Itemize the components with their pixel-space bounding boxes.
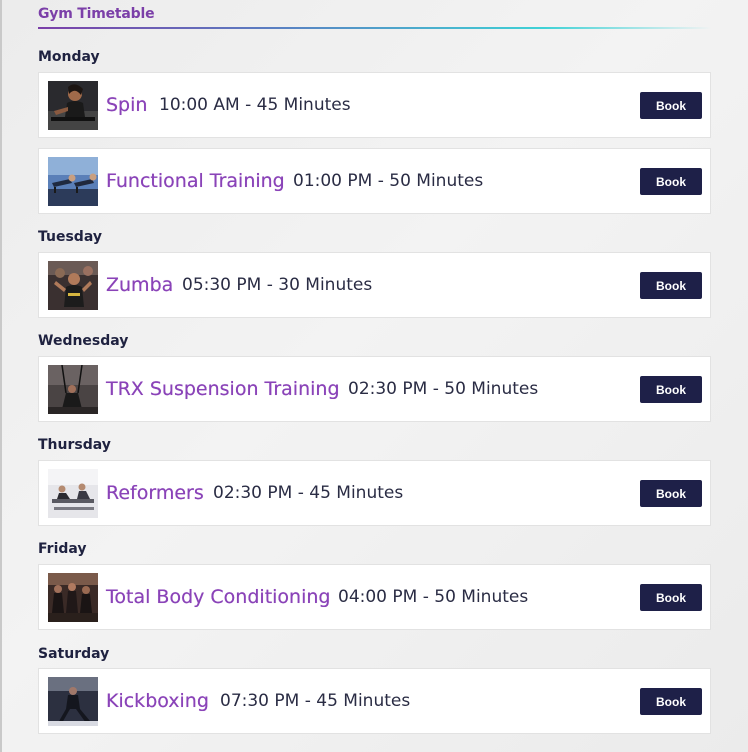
class-photo-trx <box>48 365 98 414</box>
day-heading-wednesday: Wednesday <box>38 333 129 349</box>
class-time: 10:00 AM - 45 Minutes <box>159 95 351 115</box>
class-time: 01:00 PM - 50 Minutes <box>293 171 484 191</box>
timetable-header: Gym Timetable <box>38 6 712 32</box>
class-photo-total-body-conditioning <box>48 573 98 622</box>
day-heading-tuesday: Tuesday <box>38 229 102 245</box>
class-photo-spin <box>48 81 98 130</box>
class-name: Reformers <box>106 482 204 504</box>
class-time: 05:30 PM - 30 Minutes <box>182 275 373 295</box>
page-title: Gym Timetable <box>38 6 155 22</box>
class-card-total-body-conditioning: Total Body Conditioning 04:00 PM - 50 Mi… <box>38 564 711 630</box>
class-name: Spin <box>106 94 148 116</box>
class-photo-zumba <box>48 261 98 310</box>
class-card-spin: Spin 10:00 AM - 45 Minutes Book <box>38 72 711 138</box>
class-photo-kickboxing <box>48 677 98 726</box>
class-name: Functional Training <box>106 170 285 192</box>
class-time: 02:30 PM - 50 Minutes <box>348 379 539 399</box>
day-heading-thursday: Thursday <box>38 437 111 453</box>
class-card-functional-training: Functional Training 01:00 PM - 50 Minute… <box>38 148 711 214</box>
class-name: TRX Suspension Training <box>106 378 340 400</box>
day-heading-saturday: Saturday <box>38 646 110 662</box>
book-button-reformers[interactable]: Book <box>640 480 702 507</box>
class-photo-functional-training <box>48 157 98 206</box>
class-name: Kickboxing <box>106 690 209 712</box>
class-card-trx-suspension-training: TRX Suspension Training 02:30 PM - 50 Mi… <box>38 356 711 422</box>
book-button-kickboxing[interactable]: Book <box>640 688 702 715</box>
class-time: 04:00 PM - 50 Minutes <box>338 587 529 607</box>
class-time: 02:30 PM - 45 Minutes <box>213 483 404 503</box>
book-button-zumba[interactable]: Book <box>640 272 702 299</box>
book-button-total-body-conditioning[interactable]: Book <box>640 584 702 611</box>
class-card-kickboxing: Kickboxing 07:30 PM - 45 Minutes Book <box>38 668 711 734</box>
header-divider <box>38 27 712 29</box>
book-button-functional-training[interactable]: Book <box>640 168 702 195</box>
book-button-spin[interactable]: Book <box>640 92 702 119</box>
day-heading-friday: Friday <box>38 541 87 557</box>
class-card-reformers: Reformers 02:30 PM - 45 Minutes Book <box>38 460 711 526</box>
class-name: Zumba <box>106 274 174 296</box>
day-heading-monday: Monday <box>38 49 100 65</box>
class-time: 07:30 PM - 45 Minutes <box>220 691 411 711</box>
class-name: Total Body Conditioning <box>106 586 331 608</box>
book-button-trx-suspension-training[interactable]: Book <box>640 376 702 403</box>
class-photo-reformers <box>48 469 98 518</box>
class-card-zumba: Zumba 05:30 PM - 30 Minutes Book <box>38 252 711 318</box>
page-left-border <box>0 0 2 752</box>
